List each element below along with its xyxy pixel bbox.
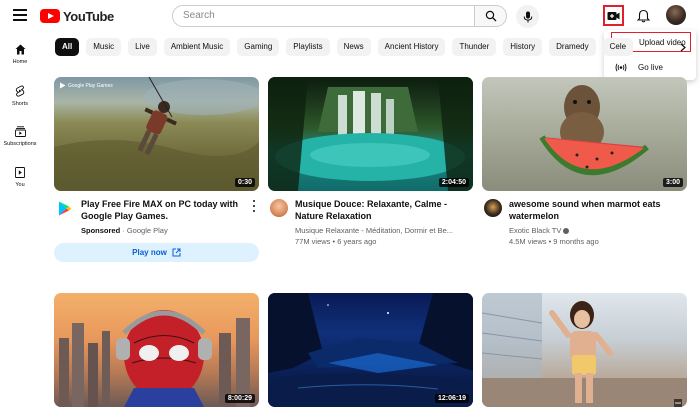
more-options-icon[interactable] [252, 200, 256, 212]
video-thumbnail[interactable] [482, 293, 687, 407]
video-title[interactable]: Musique Douce: Relaxante, Calme - Nature… [295, 198, 470, 222]
chip-playlists[interactable]: Playlists [286, 38, 330, 56]
sidebar-item-shorts[interactable]: Shorts [0, 85, 40, 107]
video-thumbnail[interactable]: 8:00:29 [54, 293, 259, 407]
video-stats: 4.5M views • 9 months ago [509, 237, 599, 246]
chevron-right-icon [680, 43, 686, 51]
verified-badge-icon [563, 228, 570, 235]
external-link-icon [172, 248, 181, 257]
thumbnail-art [268, 293, 473, 407]
chip-thunder[interactable]: Thunder [452, 38, 497, 56]
video-title[interactable]: awesome sound when marmot eats watermelo… [509, 198, 684, 222]
account-avatar[interactable] [666, 5, 686, 25]
go-live-label: Go live [638, 62, 663, 72]
search-input[interactable]: Search [172, 5, 475, 27]
video-thumbnail[interactable]: 3:00 [482, 77, 687, 191]
thumbnail-art [54, 77, 259, 191]
video-title[interactable]: Play Free Fire MAX on PC today with Goog… [81, 198, 256, 222]
microphone-icon [523, 11, 532, 22]
sidebar-item-label: Home [12, 59, 28, 65]
live-broadcast-icon [614, 63, 628, 72]
youtube-logo[interactable]: YouTube [40, 8, 114, 24]
thumbnail-art [482, 293, 687, 407]
filter-chips-bar: All Music Live Ambient Music Gaming Play… [55, 38, 640, 56]
chip-all[interactable]: All [55, 38, 80, 56]
play-now-button[interactable]: Play now [54, 243, 259, 262]
thumbnail-art [268, 77, 473, 191]
video-thumbnail[interactable]: 2:04:50 [268, 77, 473, 191]
sponsored-label: Sponsored [81, 226, 121, 235]
search-icon [485, 10, 496, 22]
play-now-label: Play now [132, 248, 167, 257]
google-play-games-icon [60, 82, 66, 89]
duration-badge: 8:00:29 [224, 394, 255, 403]
advertiser-name: · Google Play [122, 226, 168, 235]
bell-icon [636, 9, 650, 23]
sidebar-item-you[interactable]: You [0, 167, 40, 188]
chip-history[interactable]: History [503, 38, 543, 56]
search-button[interactable] [475, 5, 507, 27]
shorts-icon [15, 85, 25, 97]
video-thumbnail[interactable]: 12:06:19 [268, 293, 473, 407]
channel-avatar[interactable] [270, 199, 288, 217]
sidebar-item-label: You [15, 182, 25, 188]
thumbnail-art [59, 310, 250, 407]
sidebar: Home Shorts Subscriptions You [0, 34, 40, 412]
sidebar-item-subscriptions[interactable]: Subscriptions [0, 126, 40, 147]
ad-meta: Sponsored · Google Play [81, 225, 168, 236]
chip-cele[interactable]: Cele [602, 38, 634, 56]
duration-badge: 3:00 [662, 178, 683, 187]
duration-badge: 0:30 [234, 178, 255, 187]
logo-text: YouTube [63, 8, 114, 24]
sidebar-item-label: Subscriptions [3, 141, 37, 147]
sidebar-item-home[interactable]: Home [0, 44, 40, 65]
video-stats: 77M views • 6 years ago [295, 237, 377, 246]
channel-name[interactable]: Musique Relaxante - Méditation, Dormir e… [295, 225, 453, 236]
duration-badge: 2:04:50 [438, 178, 469, 187]
video-camera-plus-icon [607, 11, 620, 20]
chip-ambient-music[interactable]: Ambient Music [163, 38, 231, 56]
sidebar-item-label: Shorts [12, 101, 28, 107]
chip-gaming[interactable]: Gaming [237, 38, 280, 56]
video-thumbnail[interactable]: Google Play Games 0:30 [54, 77, 259, 191]
masthead: YouTube Search [0, 0, 700, 34]
chip-music[interactable]: Music [86, 38, 122, 56]
you-icon [15, 167, 25, 178]
go-live-item[interactable]: Go live [611, 56, 691, 78]
thumbnail-caption: Google Play Games [59, 82, 113, 89]
channel-avatar[interactable] [484, 199, 502, 217]
more-options-overlay-icon[interactable] [674, 394, 682, 407]
channel-name[interactable]: Exotic Black TV [509, 225, 570, 236]
voice-search-button[interactable] [516, 5, 539, 28]
chip-live[interactable]: Live [128, 38, 157, 56]
subscriptions-icon [14, 126, 26, 137]
chip-news[interactable]: News [336, 38, 371, 56]
create-button[interactable] [603, 5, 624, 26]
notifications-button[interactable] [634, 7, 652, 25]
chips-next-button[interactable] [673, 37, 693, 57]
home-icon [15, 44, 25, 55]
hamburger-menu-icon[interactable] [13, 9, 27, 21]
google-play-icon [59, 201, 72, 215]
google-play-logo[interactable] [56, 199, 74, 217]
thumbnail-art [539, 85, 649, 175]
chip-ancient-history[interactable]: Ancient History [377, 38, 446, 56]
duration-badge: 12:06:19 [434, 394, 469, 403]
youtube-play-logo-icon [40, 9, 60, 23]
chip-dramedy[interactable]: Dramedy [549, 38, 596, 56]
